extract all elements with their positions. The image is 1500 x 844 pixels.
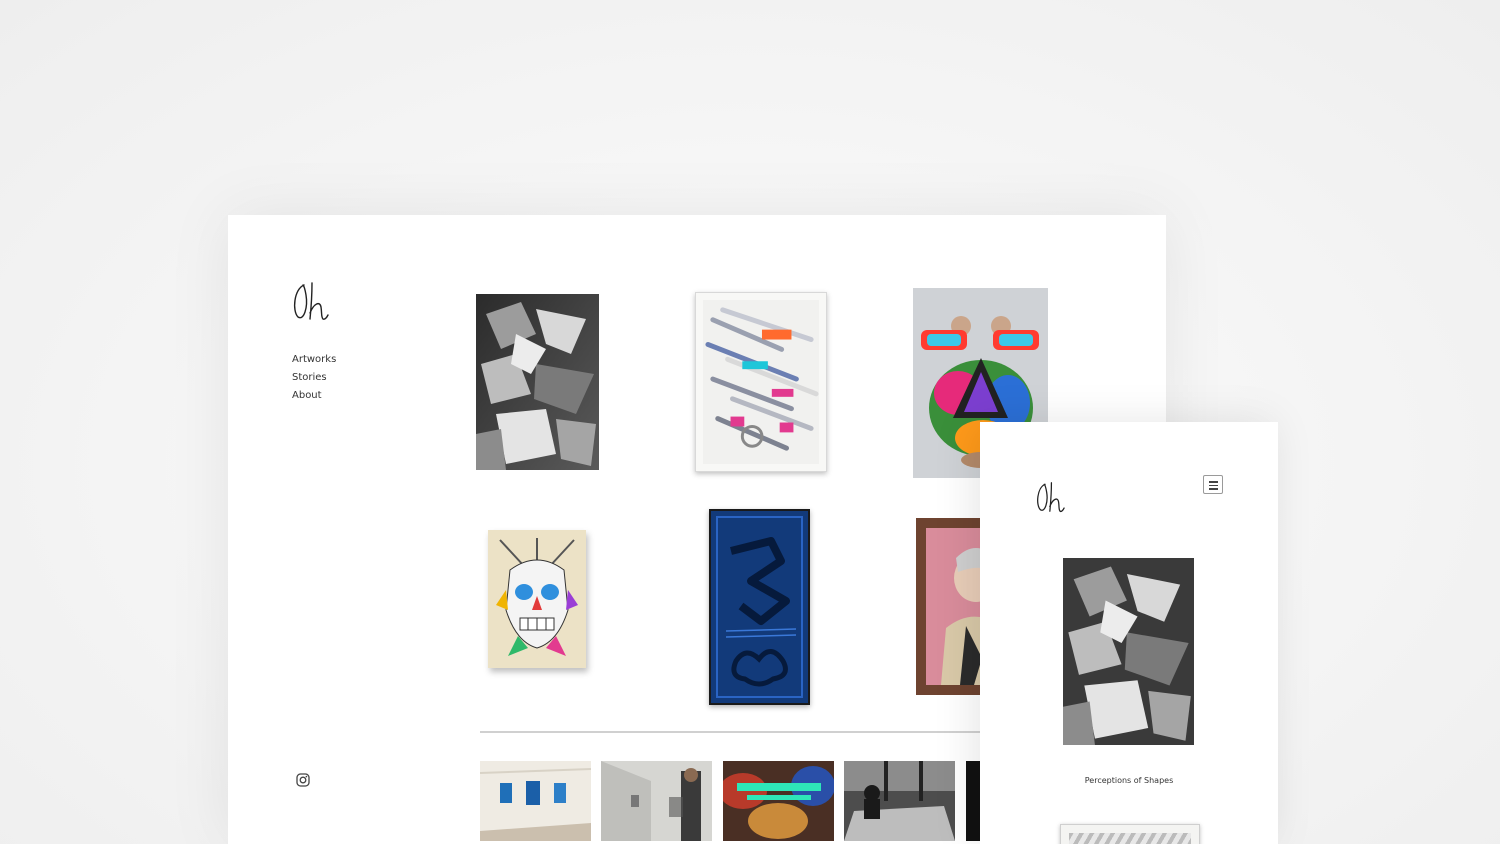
- artwork-thumbnail[interactable]: [695, 292, 827, 472]
- instagram-icon[interactable]: [296, 773, 310, 787]
- story-thumbnail[interactable]: [844, 761, 955, 841]
- oh-signature-logo: [1037, 482, 1065, 513]
- nav-item-about[interactable]: About: [292, 387, 336, 405]
- artwork-thumbnail[interactable]: [709, 509, 810, 705]
- story-thumbnail[interactable]: [723, 761, 834, 841]
- story-thumbnail[interactable]: [480, 761, 591, 841]
- artwork-thumbnail[interactable]: [476, 294, 599, 470]
- site-logo[interactable]: [290, 277, 338, 325]
- mobile-preview: Perceptions of Shapes: [980, 422, 1278, 844]
- nav-item-artworks[interactable]: Artworks: [292, 351, 336, 369]
- story-thumbnail[interactable]: [601, 761, 712, 841]
- nav-item-stories[interactable]: Stories: [292, 369, 336, 387]
- hamburger-menu-icon[interactable]: [1203, 475, 1223, 494]
- artwork-caption[interactable]: Perceptions of Shapes: [980, 776, 1278, 785]
- oh-signature-logo: [293, 282, 329, 320]
- artwork-thumbnail[interactable]: [1063, 558, 1194, 745]
- site-logo[interactable]: [1034, 478, 1072, 516]
- main-nav: Artworks Stories About: [292, 351, 336, 405]
- artwork-thumbnail[interactable]: [1060, 824, 1200, 844]
- artwork-thumbnail[interactable]: [488, 530, 586, 668]
